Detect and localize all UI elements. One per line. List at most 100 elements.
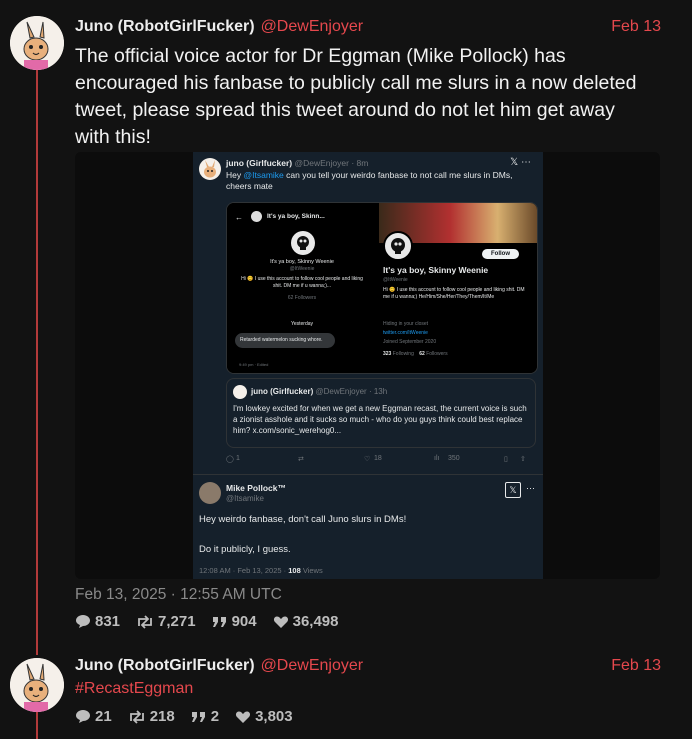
bunny-avatar-icon bbox=[10, 16, 64, 70]
post-body: #RecastEggman bbox=[75, 679, 645, 699]
dm-name: It's ya boy, Skinny Weenie bbox=[270, 259, 334, 265]
thread-line bbox=[36, 70, 38, 655]
post-body: The official voice actor for Dr Eggman (… bbox=[75, 43, 645, 151]
comments-stat[interactable]: 831 bbox=[75, 613, 120, 630]
back-arrow-icon: ← bbox=[235, 213, 243, 222]
reply-avatar bbox=[199, 482, 221, 504]
tweet-media: ← It's ya boy, Skinn... It's ya boy, Ski… bbox=[226, 202, 538, 374]
post-stats: 831 7,271 904 36,498 bbox=[75, 613, 339, 630]
comments-count: 21 bbox=[95, 708, 112, 725]
author-name[interactable]: Juno (RobotGirlFucker) bbox=[75, 657, 255, 674]
post-text-line: tweet, please spread this tweet around d… bbox=[75, 99, 615, 121]
like-count: 18 bbox=[374, 455, 382, 462]
quotes-stat[interactable]: 2 bbox=[191, 708, 219, 725]
like-icon: ♡ bbox=[364, 456, 371, 463]
post-date[interactable]: Feb 13 bbox=[611, 657, 661, 675]
reply-count: 1 bbox=[236, 455, 240, 462]
view-count: 350 bbox=[448, 455, 460, 462]
post-header: Juno (RobotGirlFucker) @DewEnjoyer bbox=[75, 18, 363, 36]
tweet-mention: @Itsamike bbox=[243, 170, 284, 180]
author-handle[interactable]: @DewEnjoyer bbox=[261, 18, 364, 35]
profile-name: It's ya boy, Skinny Weenie bbox=[383, 265, 489, 275]
quote-icon bbox=[191, 711, 205, 722]
quote-icon bbox=[212, 616, 226, 627]
post-stats: 21 218 2 3,803 bbox=[75, 708, 293, 725]
embedded-image[interactable]: juno (Girlfucker) @DewEnjoyer · 8m 𝕏 ⋯ H… bbox=[75, 152, 660, 579]
profile-bio: Hi 😊 I use this account to follow cool p… bbox=[383, 287, 525, 300]
tweet-screenshot: juno (Girlfucker) @DewEnjoyer · 8m 𝕏 ⋯ H… bbox=[193, 152, 543, 579]
profile-screenshot: Follow It's ya boy, Skinny Weenie @ItWee… bbox=[379, 203, 537, 373]
repost-icon bbox=[138, 614, 152, 629]
reposts-count: 218 bbox=[149, 708, 175, 725]
heart-icon bbox=[273, 616, 288, 628]
profile-counts: 323 Following 62 Followers bbox=[383, 351, 448, 357]
quotes-stat[interactable]: 904 bbox=[212, 613, 257, 630]
user-avatar[interactable] bbox=[10, 16, 64, 70]
profile-location: Hiding in your closet bbox=[383, 321, 429, 327]
reply-author: Mike Pollock™ bbox=[226, 483, 286, 493]
post-text-line: with this! bbox=[75, 126, 151, 148]
reply-time: 12:08 AM · Feb 13, 2025 · bbox=[199, 566, 287, 575]
x-logo-icon: 𝕏 bbox=[505, 482, 521, 498]
comments-stat[interactable]: 21 bbox=[75, 708, 112, 725]
comments-count: 831 bbox=[95, 613, 121, 630]
skull-avatar-icon bbox=[383, 231, 413, 261]
comment-icon bbox=[76, 615, 90, 628]
profile-joined: Joined September 2020 bbox=[383, 339, 437, 345]
dm-avatar-small bbox=[251, 211, 262, 222]
follow-button: Follow bbox=[482, 249, 519, 259]
quoted-handle-time: @DewEnjoyer · 13h bbox=[315, 387, 388, 396]
profile-link: twitter.com/ItWeenie bbox=[383, 330, 428, 336]
hashtag-link[interactable]: #RecastEggman bbox=[75, 680, 193, 697]
reposts-stat[interactable]: 218 bbox=[128, 708, 175, 725]
dm-handle: @ItWeenie bbox=[289, 266, 315, 272]
followers-count: 62 bbox=[419, 351, 425, 357]
divider bbox=[193, 474, 543, 475]
likes-stat[interactable]: 3,803 bbox=[235, 708, 293, 725]
followers-label: Followers bbox=[426, 351, 448, 357]
tweet-text: Hey @Itsamike can you tell your weirdo f… bbox=[226, 170, 526, 192]
author-name[interactable]: Juno (RobotGirlFucker) bbox=[75, 18, 255, 35]
dm-followers: 62 Followers bbox=[287, 295, 317, 301]
dm-message: Retarded watermelon sucking whore. bbox=[235, 333, 335, 348]
share-icon: ⇧ bbox=[520, 456, 526, 463]
repost-icon bbox=[129, 709, 144, 724]
post-text-line: The official voice actor for Dr Eggman (… bbox=[75, 45, 566, 67]
more-icon: 𝕏 ⋯ bbox=[510, 157, 531, 168]
dm-screenshot: ← It's ya boy, Skinn... It's ya boy, Ski… bbox=[227, 203, 377, 373]
quoted-avatar bbox=[233, 385, 247, 399]
quoted-tweet: juno (Girlfucker) @DewEnjoyer · 13h I'm … bbox=[226, 378, 536, 448]
reply-views-label: Views bbox=[302, 566, 323, 575]
dm-bio: Hi 😊 I use this account to follow cool p… bbox=[241, 276, 363, 289]
likes-count: 36,498 bbox=[292, 613, 339, 630]
reply-text-line: Do it publicly, I guess. bbox=[199, 544, 291, 555]
tweet-handle-time: @DewEnjoyer · 8m bbox=[294, 158, 369, 168]
reply-meta: 12:08 AM · Feb 13, 2025 · 108 Views bbox=[199, 566, 323, 575]
dm-header: It's ya boy, Skinn... bbox=[267, 213, 325, 220]
comment-icon bbox=[76, 710, 90, 723]
post-header: Juno (RobotGirlFucker) @DewEnjoyer bbox=[75, 657, 363, 675]
quotes-count: 904 bbox=[231, 613, 257, 630]
reposts-count: 7,271 bbox=[158, 613, 196, 630]
reply-text-line: Hey weirdo fanbase, don't call Juno slur… bbox=[199, 514, 407, 525]
tweet-avatar bbox=[199, 158, 221, 180]
quotes-count: 2 bbox=[210, 708, 220, 725]
tweet-text-pre: Hey bbox=[226, 170, 242, 180]
post-date[interactable]: Feb 13 bbox=[611, 18, 661, 36]
heart-icon bbox=[236, 711, 251, 723]
reposts-stat[interactable]: 7,271 bbox=[136, 613, 196, 630]
bunny-avatar-icon bbox=[10, 658, 64, 712]
user-avatar[interactable] bbox=[10, 658, 64, 712]
post-timestamp[interactable]: Feb 13, 2025 · 12:55 AM UTC bbox=[75, 586, 282, 604]
more-icon: ⋯ bbox=[526, 483, 535, 493]
bookmark-icon: ▯ bbox=[504, 456, 508, 463]
reply-icon: ◯ bbox=[226, 456, 234, 463]
quoted-text: I'm lowkey excited for when we get a new… bbox=[233, 404, 527, 435]
likes-stat[interactable]: 36,498 bbox=[273, 613, 339, 630]
reply-handle: @Itsamike bbox=[226, 494, 264, 503]
author-handle[interactable]: @DewEnjoyer bbox=[261, 657, 364, 674]
post-text-line: encouraged his fanbase to publicly call … bbox=[75, 72, 637, 94]
tweet-actions: ◯ 1 ⇄ ♡ 18 ılı 350 ▯ ⇧ bbox=[226, 455, 536, 469]
bunny-avatar-icon bbox=[204, 160, 216, 178]
dm-message-time: 9:49 pm · Edited bbox=[239, 362, 269, 367]
